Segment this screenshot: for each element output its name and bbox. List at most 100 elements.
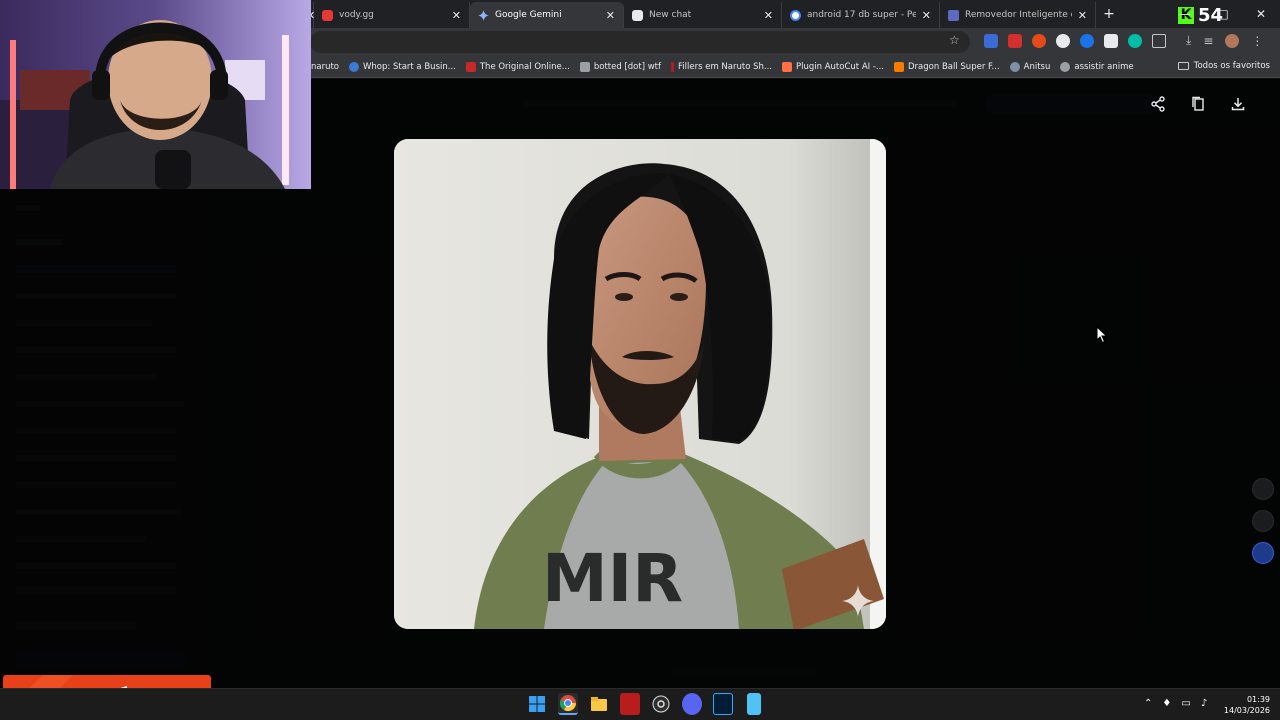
original-icon [465, 61, 476, 72]
photoshop-icon[interactable] [713, 693, 733, 715]
window-controls: — □ ✕ [1166, 0, 1280, 28]
download-image-icon[interactable] [1230, 96, 1246, 112]
tab-background-remover[interactable]: Removedor Inteligente de Fundo ✕ [940, 2, 1096, 28]
dragonball-icon [894, 61, 905, 72]
tab-favicon-icon [322, 9, 333, 21]
bookmark-star-icon[interactable]: ☆ [949, 33, 960, 47]
volume-icon[interactable]: ♪ [1201, 698, 1207, 709]
generated-image[interactable]: MIR [394, 139, 886, 629]
bookmark-item[interactable]: Anitsu [1009, 61, 1050, 72]
copy-icon[interactable] [1190, 96, 1206, 112]
bookmark-item[interactable]: assistir anime [1060, 61, 1134, 72]
microphone-icon[interactable]: ♦ [1162, 698, 1171, 709]
bookmark-item[interactable]: The Original Online... [465, 61, 570, 72]
tab-close-icon[interactable]: ✕ [606, 9, 615, 22]
share-icon[interactable] [1150, 96, 1166, 112]
extension-icon[interactable] [1128, 34, 1142, 48]
windows-start-icon[interactable] [527, 693, 547, 715]
bookmark-item[interactable]: Fillers em Naruto Sh... [671, 61, 772, 72]
extension-icon[interactable] [1032, 34, 1046, 48]
clock-time: 01:39 [1246, 695, 1270, 704]
clock-date: 14/03/2026 [1223, 706, 1270, 715]
tab-close-icon[interactable]: ✕ [1078, 9, 1087, 22]
bookmark-label: Whop: Start a Busin... [363, 61, 456, 72]
portrait-illustration: MIR [394, 139, 886, 629]
extension-icon[interactable] [1056, 34, 1070, 48]
folder-icon [1177, 62, 1189, 70]
screen: ✕ vody.gg ✕ Google Gemini ✕ New chat ✕ a… [0, 0, 1280, 720]
tab-close-icon[interactable]: ✕ [922, 9, 931, 22]
bookmark-item[interactable]: Dragon Ball Super F... [894, 61, 1000, 72]
globe-icon [1060, 61, 1071, 72]
assistant-icon[interactable] [1252, 542, 1274, 564]
file-explorer-icon[interactable] [589, 693, 609, 715]
tab-close-icon[interactable]: ✕ [764, 9, 773, 22]
bookmark-label: Fillers em Naruto Sh... [678, 61, 772, 72]
tab-title: android 17 db super - Pesquisa [807, 10, 916, 20]
viewer-actions [1150, 96, 1246, 112]
all-favorites-button[interactable]: Todos os favoritos [1177, 61, 1270, 71]
translate-icon[interactable] [1252, 478, 1274, 500]
extension-icon[interactable] [1104, 34, 1118, 48]
reading-list-icon[interactable]: ≡ [1203, 34, 1213, 48]
bookmark-item[interactable]: naruto [311, 62, 339, 72]
network-icon[interactable]: ▭ [1181, 698, 1190, 709]
webcam-overlay [0, 0, 311, 189]
tab-close-icon[interactable]: ✕ [452, 9, 461, 22]
bookmark-label: The Original Online... [479, 61, 570, 72]
download-icon[interactable]: ⤓ [1186, 33, 1191, 48]
bookmark-label: Plugin AutoCut AI -... [796, 61, 885, 72]
bookmark-item[interactable]: botted [dot] wtf [579, 61, 661, 72]
all-favorites-label: Todos os favoritos [1193, 61, 1270, 71]
shirt-print: MIR [542, 540, 683, 617]
puzzle-icon[interactable] [1152, 34, 1166, 48]
tab-title: New chat [649, 10, 692, 20]
browser-actions: ⤓ ≡ ⋮ [1186, 33, 1263, 48]
bookmark-label: botted [dot] wtf [593, 61, 661, 72]
extension-icon[interactable] [984, 34, 998, 48]
bookmark-label: naruto [311, 61, 340, 72]
apps-icon[interactable] [1252, 510, 1274, 532]
close-window-button[interactable]: ✕ [1242, 7, 1280, 21]
obs-icon[interactable] [651, 693, 671, 715]
tab-title: Removedor Inteligente de Fundo [965, 10, 1072, 20]
notepad-icon[interactable] [747, 693, 761, 715]
tab-title: vody.gg [339, 10, 374, 20]
webcam-feed [0, 0, 311, 189]
google-favicon-icon [790, 9, 801, 21]
video-editor-icon[interactable] [620, 693, 640, 715]
extension-icon[interactable] [1080, 34, 1094, 48]
tab-title: Google Gemini [495, 10, 562, 20]
tab-google-gemini[interactable]: Google Gemini ✕ [470, 2, 624, 28]
chat-favicon-icon [632, 9, 643, 21]
bookmark-label: assistir anime [1074, 61, 1134, 72]
discord-icon[interactable] [682, 693, 702, 715]
whop-icon [349, 61, 360, 72]
taskbar-apps [527, 693, 764, 715]
system-clock[interactable]: 01:39 14/03/2026 [1222, 694, 1270, 716]
remover-favicon-icon [948, 9, 959, 21]
bookmark-item[interactable]: Plugin AutoCut AI -... [782, 61, 885, 72]
chrome-icon[interactable] [558, 693, 578, 715]
tab-new-chat[interactable]: New chat ✕ [624, 2, 782, 28]
tab-android-search[interactable]: android 17 db super - Pesquisa ✕ [782, 2, 940, 28]
tab-vody[interactable]: vody.gg ✕ [314, 2, 470, 28]
mouse-cursor-icon [1096, 326, 1108, 344]
bookmark-label: Dragon Ball Super F... [908, 61, 1000, 72]
bookmark-item[interactable]: Whop: Start a Busin... [349, 61, 456, 72]
new-tab-button[interactable]: + [1096, 6, 1122, 22]
profile-avatar[interactable] [1225, 33, 1240, 48]
windows-taskbar: ⌃ ♦ ▭ ♪ 01:39 14/03/2026 [0, 688, 1280, 720]
autocut-icon [782, 61, 792, 72]
fillers-icon [671, 61, 674, 72]
extensions-area [984, 34, 1166, 48]
extension-icon[interactable] [1008, 34, 1022, 48]
chevron-up-icon[interactable]: ⌃ [1144, 698, 1152, 709]
maximize-button[interactable]: □ [1204, 7, 1242, 21]
menu-icon[interactable]: ⋮ [1251, 34, 1263, 48]
minimize-button[interactable]: — [1166, 7, 1204, 21]
omnibox[interactable] [310, 31, 970, 53]
anitsu-icon [1009, 61, 1020, 72]
gemini-sparkle-icon [478, 9, 489, 21]
system-tray: ⌃ ♦ ▭ ♪ [1144, 698, 1207, 709]
